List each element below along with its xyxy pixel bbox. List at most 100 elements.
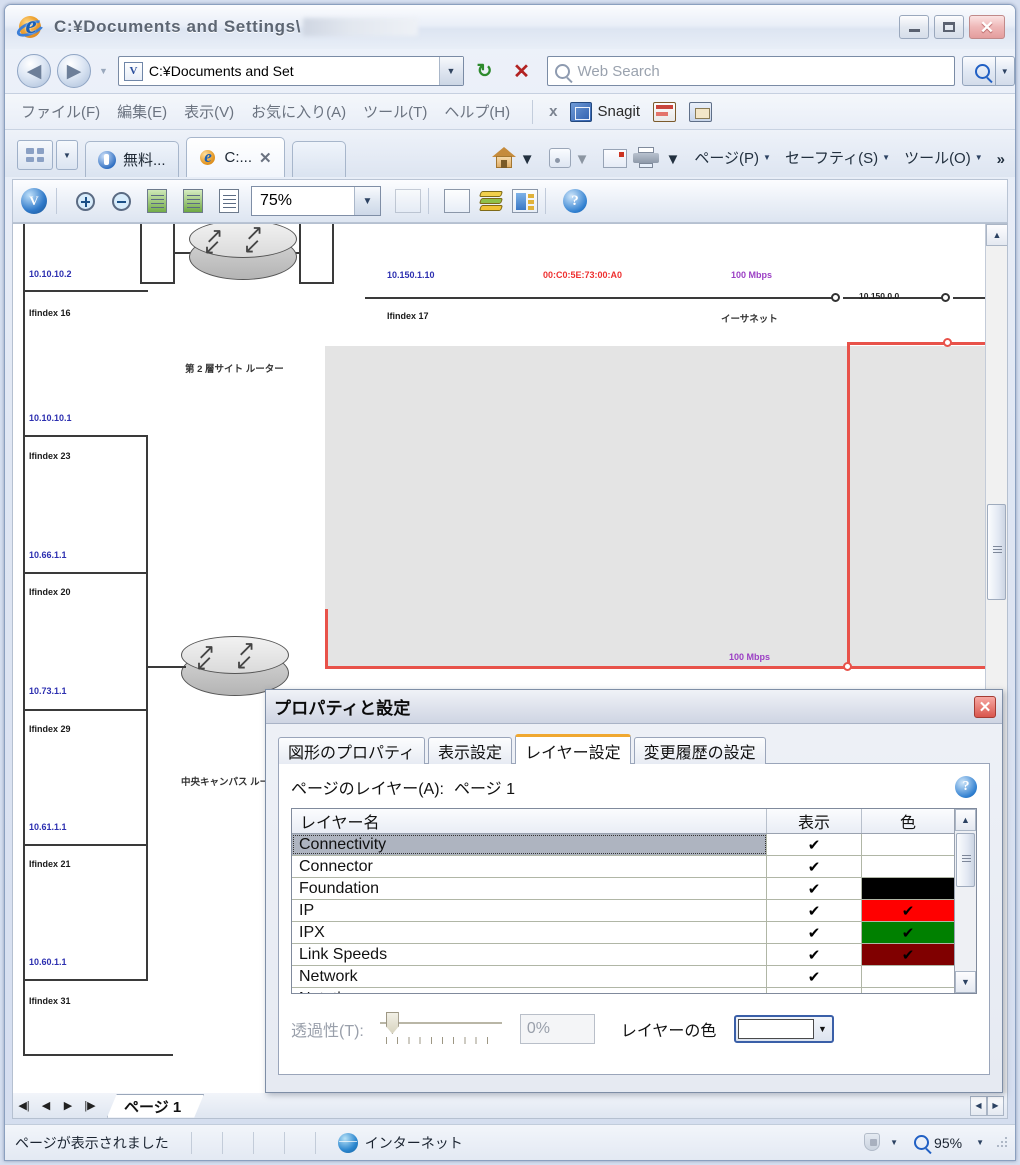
router-site-layer2[interactable]: ↗ ↗ ↙ ↙ <box>189 224 297 286</box>
command-page[interactable]: ページ(P) ▼ <box>694 147 771 168</box>
layer-row[interactable]: IP ✔ ✔ <box>292 900 954 922</box>
menu-view[interactable]: 表示(V) <box>184 101 234 122</box>
zoom-out-button[interactable] <box>106 186 136 216</box>
favorites-button[interactable] <box>17 140 53 170</box>
layer-color-cell[interactable]: ✔ <box>862 900 954 921</box>
layer-visible-checkbox[interactable]: ✔ <box>767 878 862 899</box>
properties-and-settings-button[interactable] <box>444 189 470 213</box>
address-bar[interactable]: C:¥Documents and Set ▼ <box>117 56 464 86</box>
scroll-down-icon[interactable]: ▼ <box>955 971 976 993</box>
resize-grip[interactable] <box>996 1135 1010 1150</box>
help-icon[interactable]: ? <box>955 776 977 798</box>
refresh-icon[interactable]: ↻ <box>469 56 501 86</box>
menu-favorites[interactable]: お気に入り(A) <box>251 101 346 122</box>
properties-and-settings-dialog[interactable]: プロパティと設定 ✕ 図形のプロパティ 表示設定 レイヤー設定 変更履歴の設定 … <box>265 689 1003 1093</box>
layer-row[interactable]: Connectivity ✔ <box>292 834 954 856</box>
stop-icon[interactable]: ✕ <box>506 56 538 86</box>
feeds-dropdown-icon[interactable]: ▼ <box>575 151 590 168</box>
home-icon[interactable] <box>491 147 516 168</box>
help-icon[interactable]: ? <box>563 189 587 213</box>
layers-icon[interactable] <box>478 189 504 213</box>
layer-color-cell[interactable] <box>862 988 954 993</box>
forward-button[interactable]: ▶ <box>57 54 91 88</box>
search-box[interactable]: Web Search <box>546 56 956 86</box>
zoom-dropdown-icon[interactable]: ▼ <box>976 1138 984 1147</box>
scroll-right-icon[interactable]: ▶ <box>987 1095 1004 1116</box>
browser-tab-active[interactable]: e C:... ✕ <box>185 137 285 177</box>
slider-thumb[interactable] <box>385 1012 399 1034</box>
feeds-icon[interactable] <box>548 148 571 168</box>
previous-page-button[interactable]: ◀ <box>35 1095 57 1117</box>
layer-row[interactable]: Link Speeds ✔ ✔ <box>292 944 954 966</box>
history-dropdown-icon[interactable]: ▼ <box>99 66 108 76</box>
layer-visible-checkbox[interactable]: ✔ <box>767 966 862 987</box>
scroll-thumb[interactable] <box>956 833 975 887</box>
minimize-button[interactable] <box>899 15 929 39</box>
layer-row[interactable]: Notations✔ <box>292 988 954 993</box>
transparency-value-input[interactable]: 0% <box>519 1014 595 1044</box>
print-icon[interactable] <box>633 147 660 168</box>
print-dropdown-icon[interactable]: ▼ <box>665 151 680 168</box>
layer-table-scrollbar[interactable]: ▲ ▼ <box>954 809 976 993</box>
layer-row[interactable]: Connector ✔ <box>292 856 954 878</box>
tab-layer-settings[interactable]: レイヤー設定 <box>515 734 631 764</box>
next-page-button[interactable]: ▶ <box>57 1095 79 1117</box>
layer-visible-checkbox[interactable]: ✔ <box>767 900 862 921</box>
layer-color-cell[interactable]: ✔ <box>862 922 954 943</box>
layer-visible-checkbox[interactable]: ✔ <box>767 988 862 993</box>
search-go-button[interactable] <box>962 56 996 86</box>
scroll-thumb[interactable] <box>987 504 1006 600</box>
layer-color-cell[interactable]: ✔ <box>862 944 954 965</box>
chevron-down-icon[interactable]: ▼ <box>814 1024 830 1034</box>
layer-color-cell[interactable] <box>862 834 954 855</box>
tab-markup-settings[interactable]: 変更履歴の設定 <box>633 737 766 764</box>
layer-visible-checkbox[interactable]: ✔ <box>767 834 862 855</box>
layer-row[interactable]: Foundation ✔ <box>292 878 954 900</box>
transparency-slider[interactable] <box>379 1009 502 1049</box>
layer-visible-checkbox[interactable]: ✔ <box>767 944 862 965</box>
tab-shape-properties[interactable]: 図形のプロパティ <box>278 737 426 764</box>
close-icon[interactable]: ✕ <box>259 149 272 167</box>
column-header-color[interactable]: 色 <box>862 809 954 833</box>
layer-table[interactable]: レイヤー名 表示 色 Connectivity ✔ Connector ✔ Founda… <box>291 808 977 994</box>
annotate-button[interactable] <box>395 189 421 213</box>
snagit-editor-icon[interactable] <box>689 101 713 122</box>
close-button[interactable]: ✕ <box>969 15 1005 39</box>
layer-visible-checkbox[interactable]: ✔ <box>767 922 862 943</box>
tab-display-settings[interactable]: 表示設定 <box>428 737 513 764</box>
layer-color-dropdown[interactable]: ▼ <box>734 1015 835 1043</box>
fit-page-button[interactable] <box>142 186 172 216</box>
fit-width-button[interactable] <box>178 186 208 216</box>
zoom-status-control[interactable]: 95% <box>914 1135 962 1151</box>
address-input[interactable]: C:¥Documents and Set <box>149 63 439 79</box>
snagit-label[interactable]: Snagit <box>597 103 640 120</box>
protected-mode-dropdown-icon[interactable]: ▼ <box>890 1138 898 1147</box>
column-header-layer-name[interactable]: レイヤー名 <box>292 809 767 833</box>
zoom-in-button[interactable] <box>70 186 100 216</box>
toolbar-overflow-icon[interactable]: » <box>997 151 1005 168</box>
visio-viewer-icon[interactable] <box>19 186 49 216</box>
last-page-button[interactable]: |▶ <box>79 1095 101 1117</box>
menu-tools[interactable]: ツール(T) <box>363 101 427 122</box>
back-button[interactable]: ◀ <box>17 54 51 88</box>
layer-color-cell[interactable] <box>862 878 954 899</box>
snagit-close-icon[interactable]: x <box>549 103 557 120</box>
search-provider-dropdown[interactable]: ▼ <box>995 56 1015 86</box>
browser-tab-free[interactable]: 無料... <box>85 141 179 177</box>
new-tab-button[interactable] <box>291 141 346 177</box>
mail-icon[interactable] <box>603 149 628 168</box>
layer-color-cell[interactable] <box>862 856 954 877</box>
menu-file[interactable]: ファイル(F) <box>21 101 100 122</box>
column-header-visible[interactable]: 表示 <box>767 809 862 833</box>
zoom-level-combobox[interactable]: 75% ▼ <box>251 186 381 216</box>
protected-mode-icon[interactable] <box>862 1132 884 1153</box>
snagit-icon[interactable] <box>570 101 593 122</box>
address-dropdown-icon[interactable]: ▼ <box>438 57 463 85</box>
scroll-left-icon[interactable]: ◀ <box>970 1095 987 1116</box>
page-horizontal-scrollbar[interactable]: ◀ ▶ <box>970 1095 1004 1116</box>
command-safety[interactable]: セーフティ(S) ▼ <box>785 147 890 168</box>
layer-row[interactable]: Network ✔ <box>292 966 954 988</box>
favorites-dropdown-icon[interactable]: ▼ <box>56 140 78 170</box>
scroll-up-icon[interactable]: ▲ <box>986 224 1007 246</box>
home-dropdown-icon[interactable]: ▼ <box>520 151 535 168</box>
